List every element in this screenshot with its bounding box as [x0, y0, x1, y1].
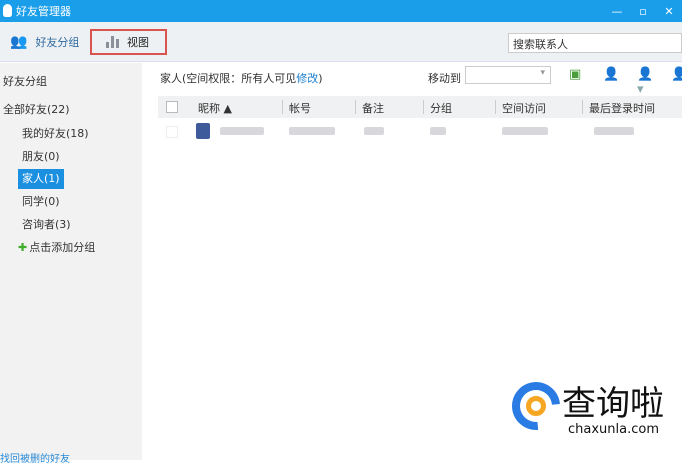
window-title: 好友管理器: [16, 5, 71, 18]
watermark-logo: 查询啦 chaxunla.com: [502, 372, 668, 444]
delete-contact-icon[interactable]: 👤: [671, 67, 682, 97]
move-to-label: 移动到: [428, 72, 461, 85]
bar-chart-icon: [106, 36, 119, 48]
export-icon[interactable]: ▣: [569, 67, 589, 97]
close-button[interactable]: ✕: [656, 0, 682, 22]
sidebar: 好友分组 全部好友(22) 我的好友(18) 朋友(0) 家人(1) 同学(0)…: [0, 63, 142, 465]
title-bar: 好友管理器 — ▫ ✕: [0, 0, 682, 22]
add-group-button[interactable]: ✚ 点击添加分组: [18, 238, 95, 258]
contact-menu-icon[interactable]: 👤▾: [637, 67, 657, 97]
search-input[interactable]: 搜索联系人: [508, 33, 682, 53]
friend-groups-button[interactable]: 👥 好友分组: [10, 29, 79, 55]
minimize-button[interactable]: —: [604, 0, 630, 22]
view-button[interactable]: 视图: [90, 29, 167, 55]
users-icon: 👥: [10, 34, 28, 50]
col-last-login[interactable]: 最后登录时间: [589, 100, 655, 116]
maximize-button[interactable]: ▫: [630, 0, 656, 22]
qq-penguin-icon: [3, 4, 12, 17]
sidebar-item-my-friends[interactable]: 我的好友(18): [22, 124, 89, 144]
avatar: [196, 123, 210, 139]
sidebar-item-all[interactable]: 全部好友(22): [3, 100, 70, 120]
add-contact-icon[interactable]: 👤: [603, 67, 623, 97]
modify-link[interactable]: 修改: [296, 72, 318, 85]
table-header: 昵称 ▲ 帐号 备注 分组 空间访问 最后登录时间: [158, 96, 682, 118]
sidebar-item-family[interactable]: 家人(1): [18, 169, 64, 189]
group-caption: 家人(空间权限：所有人可见修改): [160, 72, 323, 85]
sidebar-item-consultants[interactable]: 咨询者(3): [22, 215, 71, 235]
col-group[interactable]: 分组: [430, 100, 452, 116]
move-to-dropdown[interactable]: [465, 66, 551, 84]
col-space-visit[interactable]: 空间访问: [502, 100, 546, 116]
col-remark[interactable]: 备注: [362, 100, 384, 116]
col-account[interactable]: 帐号: [289, 100, 311, 116]
table-row[interactable]: [158, 121, 682, 143]
sidebar-item-classmates[interactable]: 同学(0): [22, 192, 60, 212]
row-checkbox[interactable]: [166, 126, 178, 138]
plus-icon: ✚: [18, 241, 28, 254]
select-all-checkbox[interactable]: [166, 101, 178, 113]
sidebar-item-friends[interactable]: 朋友(0): [22, 147, 60, 167]
recover-deleted-friends-link[interactable]: 找回被删的好友: [0, 450, 70, 465]
col-nickname[interactable]: 昵称 ▲: [198, 100, 232, 116]
sidebar-header: 好友分组: [3, 75, 47, 88]
